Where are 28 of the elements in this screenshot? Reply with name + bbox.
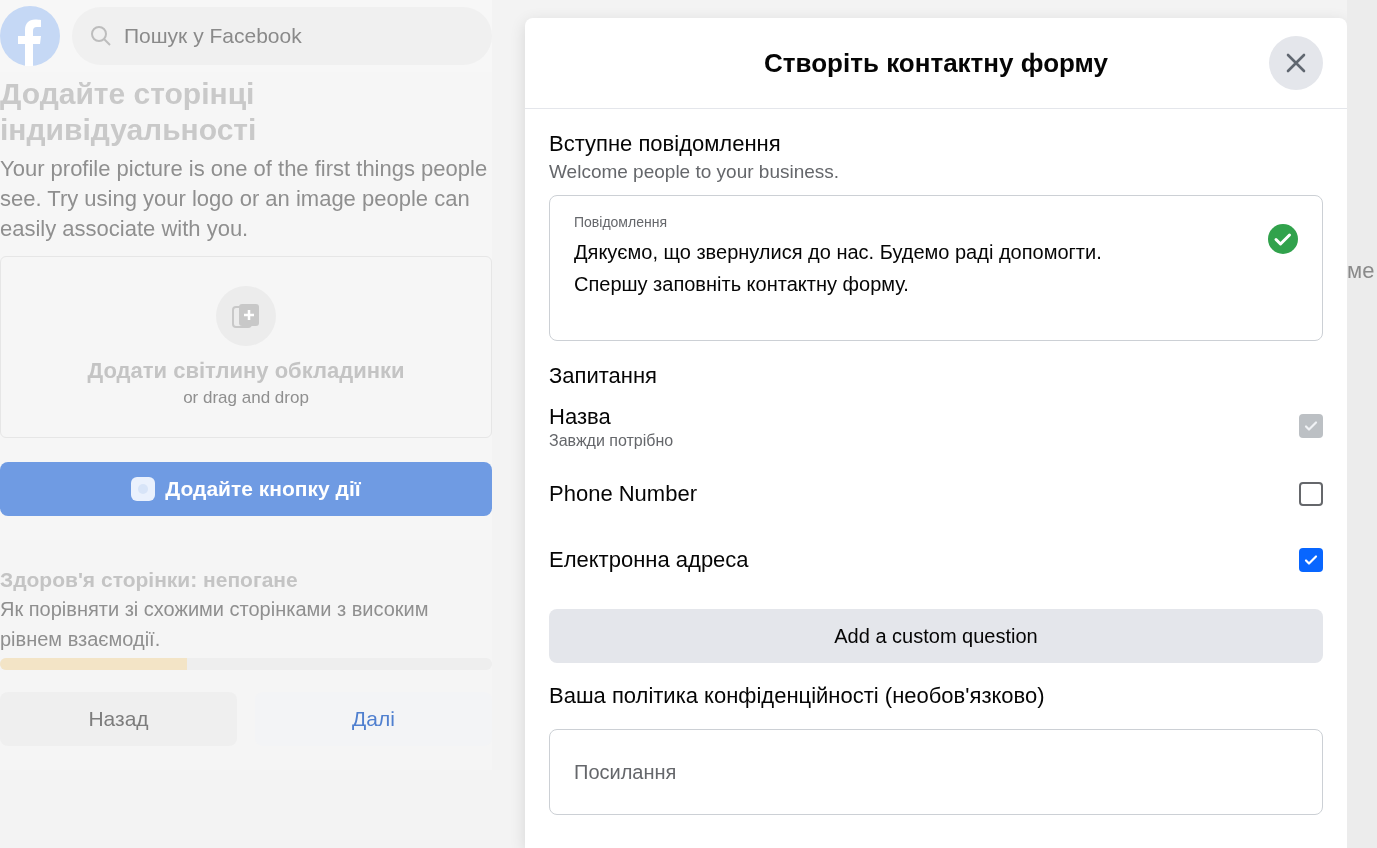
section-heading: Ваша політика конфіденційності (необов'язково) xyxy=(549,682,1046,710)
link-field[interactable]: Посилання xyxy=(549,729,1323,815)
search-icon xyxy=(90,25,112,47)
question-note: Завжди потрібно xyxy=(549,432,674,450)
question-label: Назва xyxy=(549,403,612,431)
close-icon xyxy=(1285,52,1307,74)
upload-hint: or drag and drop xyxy=(183,388,309,408)
dialog-title: Створіть контактну форму xyxy=(764,47,1108,79)
checkbox[interactable] xyxy=(1299,482,1323,506)
close-button[interactable] xyxy=(1269,36,1323,90)
health-description: Як порівняти зі схожими сторінками з високим рівнем взаємодії. xyxy=(0,597,430,652)
checkmark-icon xyxy=(1304,553,1318,567)
message-field[interactable]: Повідомлення Дякуємо, що звернулися до нас. Будемо раді допомогти. Спершу заповніть контактну форму. xyxy=(549,195,1323,341)
question-label: Phone Number xyxy=(549,480,697,508)
question-label: Електронна адреса xyxy=(549,546,749,574)
checkbox[interactable] xyxy=(1299,548,1323,572)
add-question-button[interactable]: Add a custom question xyxy=(549,609,1323,663)
section-subtitle: Welcome people to your business. xyxy=(549,160,841,184)
back-button[interactable]: Назад xyxy=(0,692,237,746)
checkmark-icon xyxy=(1304,419,1318,433)
field-value: Дякуємо, що звернулися до нас. Будемо раді допомогти. Спершу заповніть контактну форму. xyxy=(574,240,1103,297)
truncated-text: ме xyxy=(1347,258,1376,284)
section-heading: Вступне повідомлення xyxy=(549,130,782,158)
search-field[interactable]: Пошук у Facebook xyxy=(72,7,492,65)
page-description: Your profile picture is one of the first things people see. Try using your logo or an image people can easily associate with you. xyxy=(0,155,489,243)
section-heading: Запитання xyxy=(549,362,658,390)
field-label: Повідомлення xyxy=(574,214,668,230)
add-action-button[interactable]: Додайте кнопку дії xyxy=(0,462,492,516)
